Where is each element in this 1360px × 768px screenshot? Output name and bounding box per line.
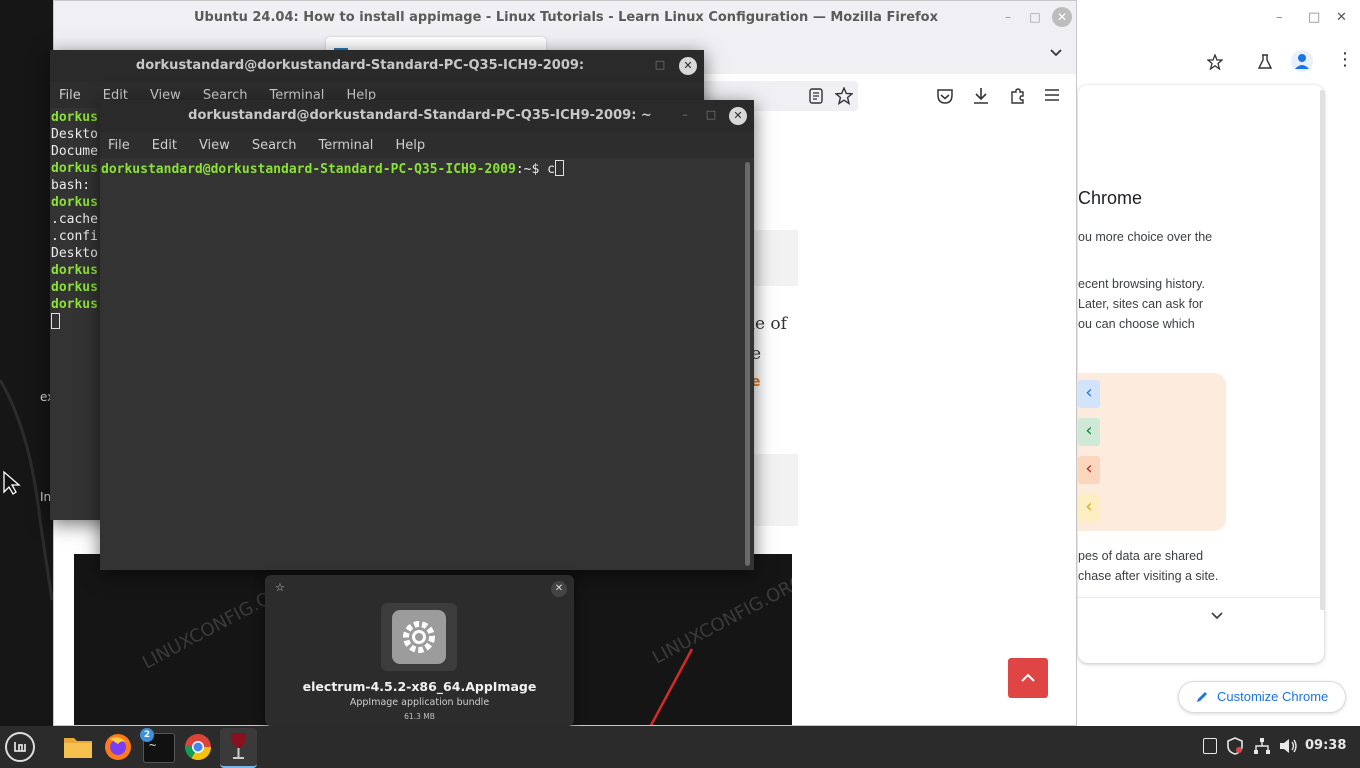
person-icon bbox=[1295, 54, 1309, 69]
menu-edit[interactable]: Edit bbox=[152, 138, 177, 153]
list-all-tabs-chevron-icon[interactable] bbox=[1049, 48, 1063, 58]
menu-file[interactable]: File bbox=[59, 88, 81, 103]
minimize-button[interactable]: – bbox=[1276, 10, 1283, 25]
check-icon: ‹ bbox=[1078, 380, 1100, 408]
terminal-window-home: dorkustandard@dorkustandard-Standard-PC-… bbox=[100, 100, 754, 570]
window-title: Ubuntu 24.04: How to install appimage - … bbox=[194, 10, 938, 25]
card-heading: Chrome bbox=[1078, 188, 1143, 208]
labs-flask-icon[interactable] bbox=[1257, 54, 1273, 70]
hamburger-menu-icon[interactable] bbox=[1044, 88, 1060, 102]
content-box bbox=[754, 454, 798, 526]
volume-icon[interactable] bbox=[1278, 737, 1298, 755]
profile-avatar[interactable] bbox=[1291, 50, 1313, 72]
firefox-titlebar: Ubuntu 24.04: How to install appimage - … bbox=[54, 1, 1076, 34]
bookmark-star-icon[interactable] bbox=[835, 87, 853, 105]
chevron-up-icon bbox=[1021, 673, 1035, 682]
close-icon[interactable]: ✕ bbox=[551, 581, 567, 597]
maximize-button[interactable]: □ bbox=[652, 58, 668, 71]
close-button[interactable]: ✕ bbox=[1336, 10, 1347, 25]
text-cursor bbox=[554, 160, 564, 176]
card-text: chase after visiting a site. bbox=[1078, 569, 1219, 583]
maximize-button[interactable]: □ bbox=[1308, 10, 1320, 25]
scrollbar[interactable] bbox=[745, 162, 750, 566]
firefox-icon[interactable] bbox=[101, 730, 135, 764]
chrome-icon[interactable] bbox=[181, 730, 215, 764]
card-text: Later, sites can ask for bbox=[1078, 297, 1204, 311]
pocket-icon[interactable] bbox=[936, 88, 954, 104]
menu-file[interactable]: File bbox=[108, 138, 130, 153]
terminal-titlebar: dorkustandard@dorkustandard-Standard-PC-… bbox=[100, 100, 754, 132]
prompt-user-host: dorkustandard@dorkustandard-Standard-PC-… bbox=[101, 162, 516, 177]
text-cursor bbox=[51, 313, 60, 329]
privacy-card: Chrome ou more choice over the ecent bro… bbox=[1078, 85, 1324, 663]
divider bbox=[1078, 597, 1324, 598]
content-box bbox=[754, 230, 798, 286]
window-title: dorkustandard@dorkustandard-Standard-PC-… bbox=[188, 108, 652, 123]
maximize-button[interactable]: □ bbox=[703, 108, 719, 121]
menu-help[interactable]: Help bbox=[395, 138, 425, 153]
chevron-down-icon[interactable] bbox=[1210, 611, 1224, 621]
chrome-toolbar: ⋮ bbox=[1070, 40, 1360, 85]
card-text: ecent browsing history. bbox=[1078, 277, 1205, 291]
typed-command: c bbox=[547, 162, 555, 177]
scrollbar[interactable] bbox=[1320, 90, 1325, 610]
menu-view[interactable]: View bbox=[199, 138, 230, 153]
taskbar: ~ 2 09:38 bbox=[0, 726, 1360, 768]
terminal-output[interactable]: dorkustandard@dorkustandard-Standard-PC-… bbox=[100, 158, 754, 570]
chrome-titlebar: – □ ✕ bbox=[1070, 0, 1360, 40]
pencil-icon bbox=[1197, 692, 1207, 702]
shield-update-icon[interactable] bbox=[1227, 737, 1243, 755]
menu-search[interactable]: Search bbox=[252, 138, 297, 153]
red-arrow-line bbox=[649, 648, 694, 725]
maximize-button[interactable]: □ bbox=[1026, 8, 1044, 26]
clock[interactable]: 09:38 bbox=[1305, 738, 1346, 753]
window-count-badge: 2 bbox=[140, 728, 154, 742]
download-notification: ☆ ✕ electrum-4.5.2-x86_64.AppImage AppIm… bbox=[265, 575, 574, 726]
menu-icon[interactable] bbox=[5, 732, 35, 762]
close-button[interactable]: ✕ bbox=[679, 57, 697, 75]
close-button[interactable]: ✕ bbox=[1052, 7, 1072, 27]
extensions-puzzle-icon[interactable] bbox=[1009, 87, 1027, 105]
pin-star-icon[interactable]: ☆ bbox=[275, 581, 285, 594]
menu-terminal[interactable]: Terminal bbox=[318, 138, 373, 153]
file-size: 61.3 MB bbox=[404, 712, 435, 721]
downloads-icon[interactable] bbox=[972, 87, 990, 105]
check-icon: ‹ bbox=[1078, 418, 1100, 446]
chrome-window: – □ ✕ ⋮ Chrome ou more choice over the e… bbox=[1070, 0, 1360, 726]
watermark: LINUXCONFIG.ORG bbox=[748, 665, 792, 726]
files-icon[interactable] bbox=[61, 730, 95, 764]
file-thumbnail bbox=[381, 603, 457, 671]
clipboard-icon[interactable] bbox=[1203, 738, 1217, 754]
close-button[interactable]: ✕ bbox=[729, 107, 747, 125]
prompt-suffix: :~$ bbox=[515, 162, 548, 177]
reader-view-icon[interactable] bbox=[808, 88, 824, 104]
network-icon[interactable] bbox=[1253, 737, 1271, 755]
customize-chrome-button[interactable]: Customize Chrome bbox=[1178, 681, 1346, 713]
illustration-panel: ‹ ‹ ‹ ‹ bbox=[1078, 373, 1226, 531]
minimize-button[interactable]: – bbox=[677, 108, 693, 121]
minimize-button[interactable]: – bbox=[999, 8, 1017, 26]
card-text: pes of data are shared bbox=[1078, 549, 1204, 563]
terminal-titlebar: dorkustandard@dorkustandard-Standard-PC-… bbox=[50, 50, 704, 105]
gear-icon bbox=[392, 610, 446, 664]
check-icon: ‹ bbox=[1078, 456, 1100, 484]
kebab-menu-icon[interactable]: ⋮ bbox=[1336, 50, 1354, 70]
customize-chrome-label: Customize Chrome bbox=[1217, 689, 1329, 704]
mouse-pointer-icon bbox=[3, 470, 21, 495]
check-icon: ‹ bbox=[1078, 494, 1100, 522]
terminal-menubar: File Edit View Search Terminal Help bbox=[100, 132, 754, 158]
file-type: AppImage application bundle bbox=[349, 697, 490, 708]
bookmark-star-icon[interactable] bbox=[1207, 54, 1223, 70]
file-name: electrum-4.5.2-x86_64.AppImage bbox=[302, 679, 537, 694]
prompt-line: dorkustandard@dorkustandard-Standard-PC-… bbox=[101, 160, 754, 178]
card-text: ou more choice over the bbox=[1078, 230, 1213, 244]
wine-icon[interactable] bbox=[220, 728, 257, 768]
card-text: ou can choose which bbox=[1078, 317, 1195, 331]
terminal-icon[interactable]: ~ 2 bbox=[140, 728, 175, 764]
scroll-to-top-button[interactable] bbox=[1008, 658, 1048, 698]
